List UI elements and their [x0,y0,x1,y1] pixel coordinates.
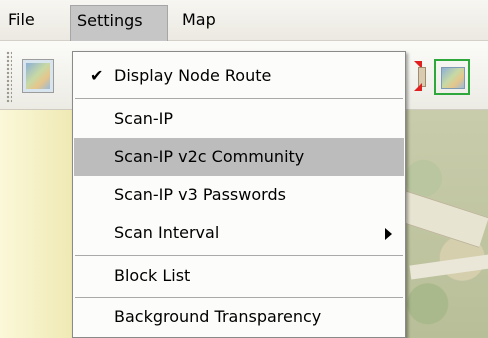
menu-item-label: Block List [114,266,191,285]
menu-item-block-list[interactable]: Block List [74,257,404,295]
side-panel [0,110,75,338]
submenu-arrow-icon [385,228,392,240]
menu-separator [75,255,403,256]
menu-item-label: Scan Interval [114,223,220,242]
menu-file[interactable]: File [2,5,62,35]
menu-item-label: Scan-IP [114,109,174,128]
menu-item-label: Scan-IP v2c Community [114,147,305,166]
menu-item-scan-ip-v3-passwords[interactable]: Scan-IP v3 Passwords [74,176,404,214]
menu-item-scan-ip[interactable]: Scan-IP [74,100,404,138]
menu-item-display-node-route[interactable]: ✔ Display Node Route [74,57,404,95]
checkmark-icon: ✔ [90,66,104,85]
menu-item-label: Background Transparency [114,307,322,326]
menu-settings[interactable]: Settings [70,5,168,41]
collapse-red-arrows-icon[interactable] [406,61,430,91]
menu-item-scan-interval[interactable]: Scan Interval [74,214,404,252]
app-window: File Settings Map ✔ Display Node Route S… [0,0,488,338]
menu-item-scan-ip-v2c-community[interactable]: Scan-IP v2c Community [74,138,404,176]
menu-item-label: Display Node Route [114,66,272,85]
fit-map-green-icon[interactable] [434,59,470,95]
menu-map[interactable]: Map [176,5,226,35]
map-icon[interactable] [22,59,54,93]
menu-bar: File Settings Map [0,0,488,41]
menu-item-label: Scan-IP v3 Passwords [114,185,286,204]
menu-item-background-transparency[interactable]: Background Transparency [74,298,404,336]
settings-dropdown-menu: ✔ Display Node Route Scan-IP Scan-IP v2c… [72,51,406,338]
toolbar-grip-handle[interactable] [6,51,12,103]
menu-separator [75,98,403,99]
